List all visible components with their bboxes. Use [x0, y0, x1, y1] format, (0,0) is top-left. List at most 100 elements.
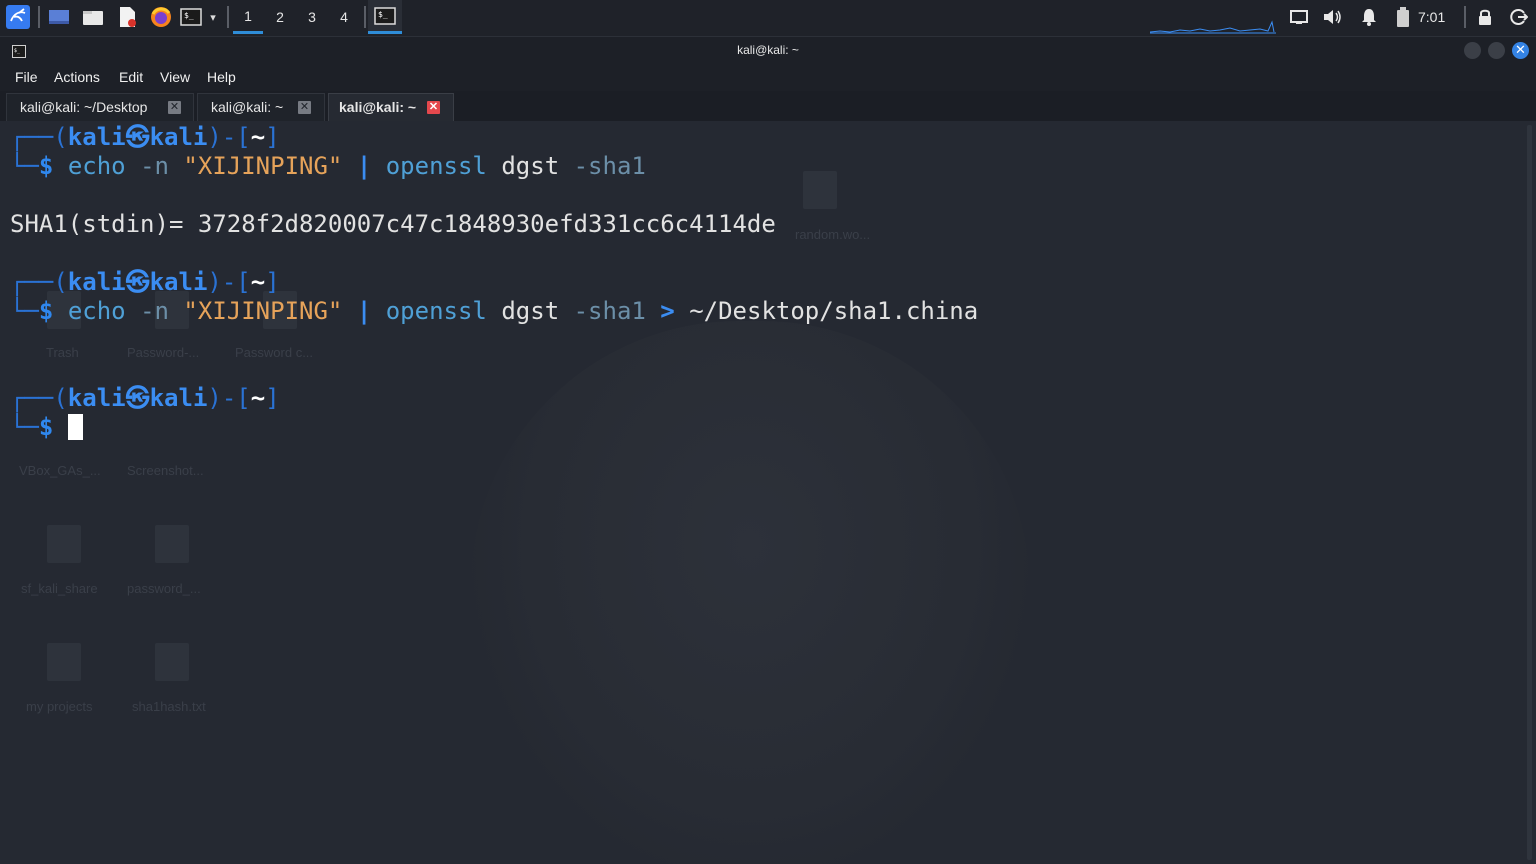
show-desktop-icon[interactable]	[46, 0, 72, 34]
tab-label: kali@kali: ~	[339, 99, 417, 115]
prompt-user: kali	[67, 268, 126, 296]
chevron-down-icon[interactable]: ▾	[205, 0, 221, 34]
prompt-at: ㉿	[125, 268, 150, 296]
prompt-at: ㉿	[125, 123, 150, 151]
kali-menu-icon[interactable]	[4, 0, 32, 34]
command-line: └─$ echo -n "XIJINPING" | openssl dgst -…	[10, 152, 646, 181]
desktop-ghost-icon	[47, 525, 81, 563]
prompt-frame: ┌──(	[10, 384, 68, 412]
text-cursor[interactable]	[67, 414, 83, 440]
cmd-string: "XIJINPING"	[183, 152, 343, 180]
prompt-frame: )-[	[207, 384, 251, 412]
prompt-user: kali	[67, 123, 126, 151]
desktop-ghost-icon	[155, 643, 189, 681]
prompt-frame: ]	[265, 384, 280, 412]
command-line: └─$	[10, 413, 83, 442]
desktop-ghost-label: sha1hash.txt	[132, 699, 206, 714]
cmd-openssl: openssl	[385, 152, 487, 180]
text-editor-icon[interactable]	[114, 0, 140, 34]
menu-bar: File Actions Edit View Help	[0, 63, 1536, 91]
tab-home-active[interactable]: kali@kali: ~ ✕	[328, 93, 454, 121]
desktop-ghost-label: Password c...	[235, 345, 314, 360]
prompt-dollar: $	[38, 152, 54, 180]
menu-view[interactable]: View	[160, 63, 190, 91]
lock-icon[interactable]	[1474, 0, 1496, 34]
firefox-icon[interactable]	[148, 0, 174, 34]
prompt-host: kali	[149, 384, 208, 412]
cmd-flag: -n	[140, 152, 169, 180]
prompt-line: ┌──(kali㉿kali)-[~]	[10, 384, 280, 413]
prompt-user: kali	[67, 384, 126, 412]
wallpaper-mask	[470, 321, 1030, 864]
svg-text:$_: $_	[378, 10, 388, 19]
tab-bar: kali@kali: ~/Desktop ✕ kali@kali: ~ ✕ ka…	[0, 91, 1536, 121]
command-line: └─$ echo -n "XIJINPING" | openssl dgst -…	[10, 297, 978, 326]
cmd-string: "XIJINPING"	[183, 297, 343, 325]
scrollbar[interactable]	[1527, 125, 1532, 860]
cmd-flag: -sha1	[573, 297, 646, 325]
prompt-dir: ~	[250, 268, 266, 296]
workspace-1[interactable]: 1	[233, 0, 263, 34]
prompt-frame: )-[	[207, 123, 251, 151]
prompt-line: ┌──(kali㉿kali)-[~]	[10, 123, 280, 152]
terminal-text: ┌──(kali㉿kali)-[~] └─$ echo -n "XIJINPIN…	[10, 121, 978, 527]
cmd-arg: dgst	[501, 152, 560, 180]
prompt-frame: )-[	[207, 268, 251, 296]
prompt-frame: ┌──(	[10, 268, 68, 296]
logout-icon[interactable]	[1508, 0, 1530, 34]
prompt-host: kali	[149, 268, 208, 296]
menu-help[interactable]: Help	[207, 63, 236, 91]
desktop-ghost-icon	[803, 171, 837, 209]
cpu-graph	[1150, 0, 1276, 34]
close-icon: ✕	[1515, 43, 1526, 58]
desktop-ghost-label: Password-...	[127, 345, 200, 360]
cmd-echo: echo	[67, 152, 126, 180]
battery-icon	[1392, 0, 1414, 34]
file-manager-icon[interactable]	[80, 0, 106, 34]
prompt-frame: ]	[265, 268, 280, 296]
menu-edit[interactable]: Edit	[119, 63, 143, 91]
top-panel: $_ ▾ 1 2 3 4 $_ 7:01	[0, 0, 1536, 37]
workspace-2[interactable]: 2	[265, 0, 295, 34]
menu-actions[interactable]: Actions	[54, 63, 100, 91]
desktop-ghost-label: random.wo...	[795, 227, 871, 242]
notification-bell-icon[interactable]	[1358, 0, 1380, 34]
prompt-dir: ~	[250, 123, 266, 151]
terminal-task-icon[interactable]: $_	[368, 0, 402, 34]
output-line: SHA1(stdin)= 3728f2d820007c47c1848930efd…	[10, 210, 776, 239]
desktop-ghost-label: password_...	[127, 581, 201, 596]
cmd-arg: dgst	[501, 297, 560, 325]
close-tab-icon[interactable]: ✕	[298, 101, 311, 114]
title-bar[interactable]: $_ kali@kali: ~ ✕	[0, 37, 1536, 63]
close-tab-icon[interactable]: ✕	[168, 101, 181, 114]
volume-icon[interactable]	[1322, 0, 1344, 34]
tab-label: kali@kali: ~/Desktop	[20, 99, 148, 115]
prompt-frame: └─	[10, 413, 39, 441]
terminal-launcher-icon[interactable]: $_	[179, 0, 203, 34]
cmd-path: ~/Desktop/sha1.china	[689, 297, 979, 325]
terminal-area[interactable]: Trash Password-... Password c... VBox_GA…	[0, 121, 1536, 864]
tab-desktop[interactable]: kali@kali: ~/Desktop ✕	[6, 93, 194, 121]
minimize-button[interactable]	[1464, 42, 1481, 59]
menu-file[interactable]: File	[15, 63, 38, 91]
display-icon[interactable]	[1288, 0, 1310, 34]
close-window-button[interactable]: ✕	[1512, 42, 1529, 59]
prompt-at: ㉿	[125, 384, 150, 412]
workspace-4[interactable]: 4	[329, 0, 359, 34]
clock[interactable]: 7:01	[1418, 0, 1445, 34]
cmd-flag: -sha1	[573, 152, 646, 180]
cmd-pipe: |	[356, 297, 372, 325]
desktop-ghost-icon	[47, 643, 81, 681]
maximize-button[interactable]	[1488, 42, 1505, 59]
terminal-window: $_ kali@kali: ~ ✕ File Actions Edit View…	[0, 37, 1536, 864]
cmd-openssl: openssl	[385, 297, 487, 325]
window-title: kali@kali: ~	[737, 43, 799, 57]
desktop-ghost-label: sf_kali_share	[21, 581, 98, 596]
workspace-3[interactable]: 3	[297, 0, 327, 34]
svg-text:$_: $_	[184, 11, 194, 20]
prompt-dollar: $	[38, 297, 54, 325]
cmd-echo: echo	[67, 297, 126, 325]
tab-home[interactable]: kali@kali: ~ ✕	[197, 93, 325, 121]
cmd-pipe: |	[356, 152, 372, 180]
close-tab-icon[interactable]: ✕	[427, 101, 440, 114]
